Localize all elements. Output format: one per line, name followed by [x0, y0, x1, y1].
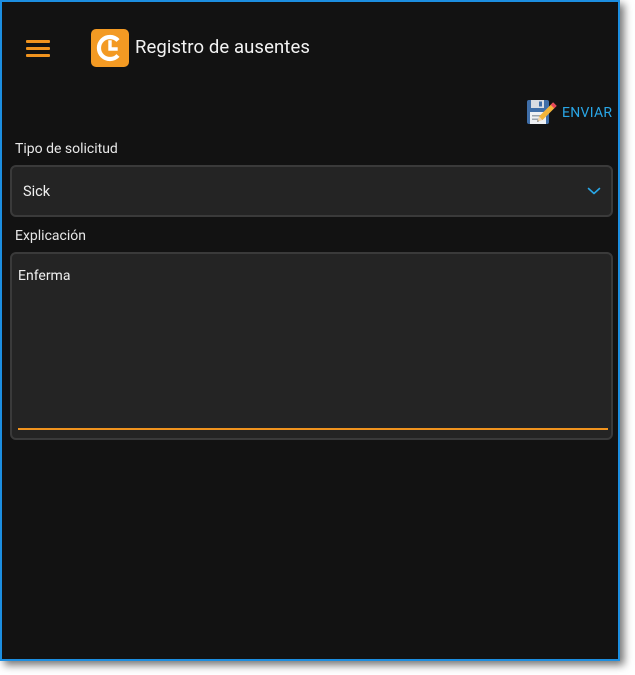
app-window: Registro de ausentes ENVIAR Tipo de soli… [0, 0, 620, 661]
page-title: Registro de ausentes [135, 36, 311, 58]
menu-line [26, 54, 50, 57]
chevron-down-icon [587, 187, 601, 195]
menu-line [26, 40, 50, 43]
explicacion-text: Enferma [18, 268, 71, 284]
clock-logo-icon [96, 34, 120, 62]
menu-line [26, 47, 50, 50]
hamburger-menu-icon[interactable] [26, 40, 50, 58]
explicacion-label: Explicación [15, 228, 86, 244]
focus-underline [18, 428, 608, 430]
tipo-select[interactable]: Sick [10, 165, 613, 217]
app-logo-icon [91, 29, 129, 67]
tipo-selected-value: Sick [23, 183, 51, 200]
send-label: ENVIAR [562, 105, 613, 121]
send-button[interactable]: ENVIAR [524, 96, 614, 130]
save-edit-icon [527, 100, 557, 124]
tipo-label: Tipo de solicitud [15, 141, 118, 157]
explicacion-textarea[interactable]: Enferma [10, 252, 613, 440]
